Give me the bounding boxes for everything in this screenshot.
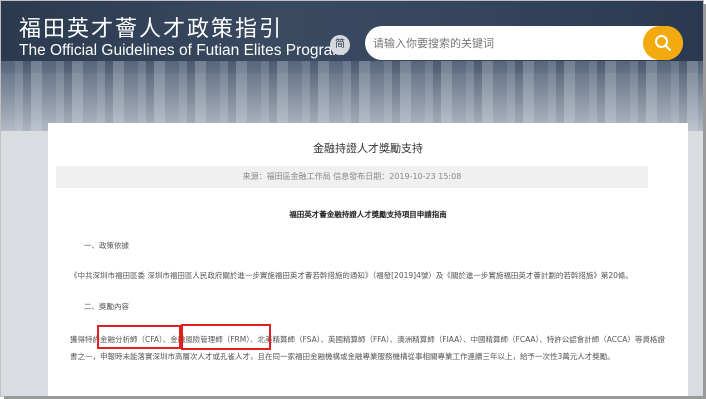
search-icon xyxy=(655,35,672,52)
article-panel: 金融持證人才獎勵支持 来源：福田區金融工作局 信息發布日期：2019-10-23… xyxy=(48,123,688,396)
highlight-box-cfa xyxy=(97,325,181,349)
article-meta: 来源：福田區金融工作局 信息發布日期：2019-10-23 15:08 xyxy=(56,166,648,188)
site-logo-title-en[interactable]: The Official Guidelines of Futian Elites… xyxy=(19,42,345,60)
search-button[interactable] xyxy=(643,26,683,60)
article-subtitle: 福田英才薈金融持證人才獎勵支持項目申請指南 xyxy=(289,210,447,219)
section-heading-policy-basis: 一、政策依據 xyxy=(84,241,129,250)
article-title: 金融持證人才獎勵支持 xyxy=(313,142,423,155)
header-skyline-banner xyxy=(1,61,703,131)
highlight-box-frm xyxy=(181,324,271,350)
section-heading-reward-content: 二、獎勵內容 xyxy=(84,302,129,311)
site-header: 福田英才薈人才政策指引 The Official Guidelines of F… xyxy=(1,1,703,131)
search-bar xyxy=(365,26,683,60)
site-logo-title-cn[interactable]: 福田英才薈人才政策指引 xyxy=(19,11,283,43)
paragraph-policy-basis: 《中共深圳市福田區委 深圳市福田區人民政府關於進一步實施福田英才薈若幹措施的通知… xyxy=(70,271,633,280)
search-input[interactable] xyxy=(373,33,633,53)
browser-frame: 福田英才薈人才政策指引 The Official Guidelines of F… xyxy=(0,0,704,397)
language-toggle-button[interactable]: 简 xyxy=(330,35,350,55)
